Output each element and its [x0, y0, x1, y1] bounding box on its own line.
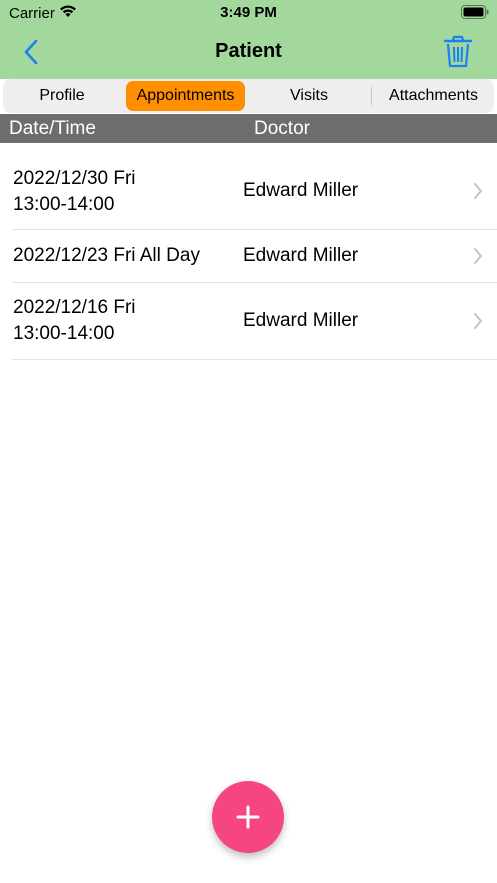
- appointment-datetime: 2022/12/23 Fri All Day: [13, 245, 200, 266]
- page-title: Patient: [215, 40, 282, 62]
- column-doctor: Doctor: [254, 118, 310, 139]
- tab-divider: [371, 87, 372, 105]
- add-appointment-button[interactable]: [212, 781, 284, 853]
- appointment-datetime: 2022/12/16 Fri 13:00-14:00: [13, 297, 136, 344]
- row-divider: [12, 359, 497, 360]
- tab-attachments[interactable]: Attachments: [373, 81, 494, 111]
- status-time: 3:49 PM: [220, 4, 277, 21]
- tab-attachments-label: Attachments: [389, 87, 478, 104]
- chevron-right-icon: [474, 313, 482, 329]
- delete-button[interactable]: [443, 35, 473, 69]
- tab-profile-label: Profile: [39, 87, 85, 104]
- tab-profile[interactable]: Profile: [3, 81, 121, 111]
- appointment-row[interactable]: 2022/12/30 Fri 13:00-14:00 Edward Miller: [0, 144, 497, 230]
- status-bar: Carrier 3:49 PM: [0, 0, 497, 26]
- column-datetime: Date/Time: [9, 118, 96, 139]
- appointment-row[interactable]: 2022/12/16 Fri 13:00-14:00 Edward Miller: [0, 283, 497, 360]
- chevron-right-icon: [474, 183, 482, 199]
- trash-icon: [443, 35, 473, 68]
- tab-appointments[interactable]: Appointments: [126, 81, 245, 111]
- appointment-doctor: Edward Miller: [243, 180, 359, 201]
- screen: Carrier 3:49 PM Patient Profile Appointm…: [0, 0, 497, 883]
- header: Carrier 3:49 PM Patient: [0, 0, 497, 79]
- appointment-doctor: Edward Miller: [243, 245, 359, 266]
- appointment-doctor: Edward Miller: [243, 310, 359, 331]
- tab-visits-label: Visits: [290, 87, 328, 104]
- tab-visits[interactable]: Visits: [250, 81, 368, 111]
- nav-bar: Patient: [0, 26, 497, 78]
- column-header: Date/Time Doctor: [0, 114, 497, 143]
- tab-bar: Profile Appointments Visits Attachments: [3, 79, 494, 113]
- chevron-right-icon: [474, 248, 482, 264]
- appointment-datetime: 2022/12/30 Fri 13:00-14:00: [13, 168, 136, 215]
- tab-appointments-label: Appointments: [136, 87, 235, 104]
- appointment-row[interactable]: 2022/12/23 Fri All Day Edward Miller: [0, 230, 497, 282]
- battery-icon: [461, 5, 489, 19]
- plus-icon: [236, 805, 260, 829]
